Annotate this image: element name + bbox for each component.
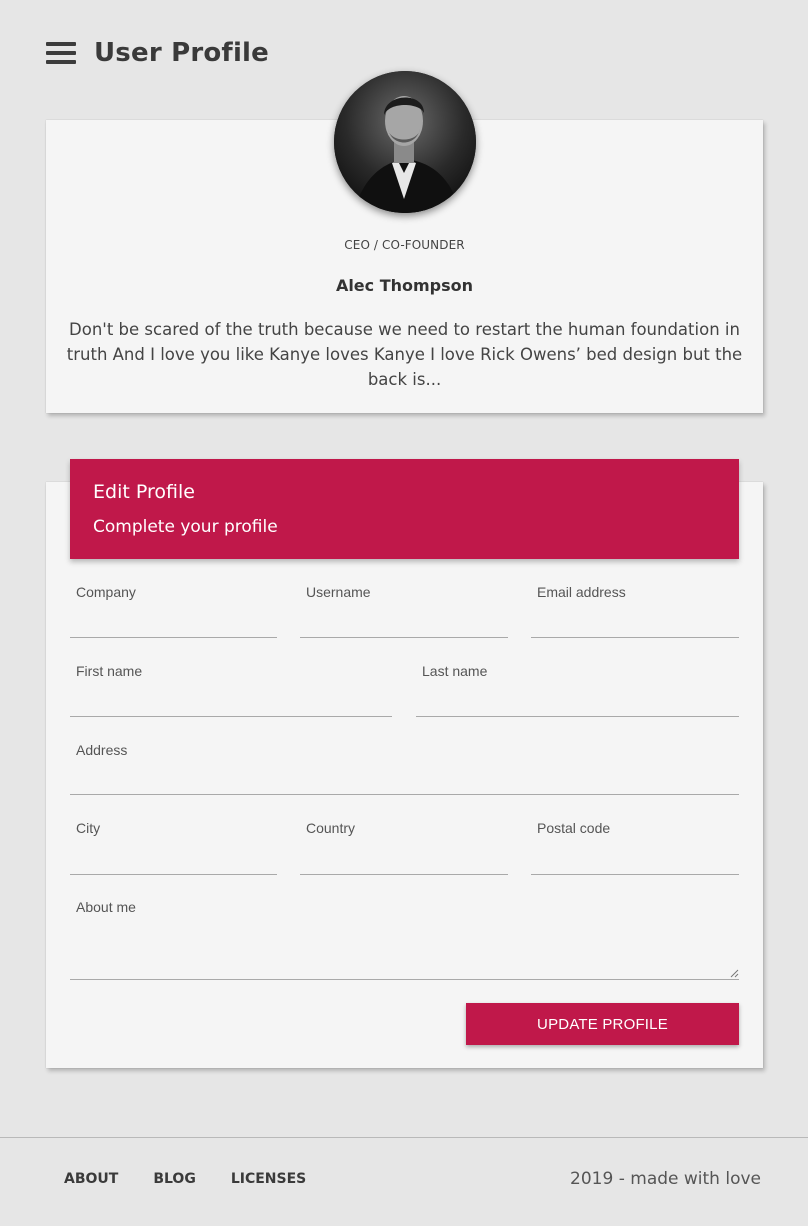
company-field: Company [70, 584, 277, 638]
footer-link-blog[interactable]: BLOG [153, 1171, 196, 1187]
footer-link-about[interactable]: ABOUT [64, 1171, 118, 1187]
field-underline [531, 874, 739, 875]
copyright-text: 2019 - made with love [570, 1169, 761, 1189]
footer-nav: ABOUT BLOG LICENSES [64, 1171, 341, 1187]
company-input[interactable] [70, 612, 277, 636]
email-label: Email address [537, 584, 626, 600]
username-field: Username [300, 584, 508, 638]
menu-bar [46, 42, 76, 46]
about-me-field: About me [70, 899, 739, 980]
edit-profile-header: Edit Profile Complete your profile [70, 459, 739, 559]
footer-link-licenses[interactable]: LICENSES [231, 1171, 306, 1187]
avatar [334, 71, 476, 213]
field-underline [70, 874, 277, 875]
field-underline [70, 794, 739, 795]
email-input[interactable] [531, 612, 739, 636]
menu-bar [46, 51, 76, 55]
username-input[interactable] [300, 612, 508, 636]
resize-handle-icon[interactable] [730, 969, 739, 978]
about-me-label: About me [76, 899, 136, 915]
first-name-label: First name [76, 663, 143, 679]
field-underline [531, 637, 739, 638]
city-field: City [70, 820, 277, 875]
page-title: User Profile [94, 38, 270, 68]
edit-profile-title: Edit Profile [93, 481, 195, 503]
address-input[interactable] [70, 769, 739, 793]
country-input[interactable] [300, 849, 508, 873]
profile-role: CEO / CO-FOUNDER [344, 238, 465, 252]
field-underline [70, 979, 739, 980]
company-label: Company [76, 584, 136, 600]
field-underline [416, 716, 739, 717]
first-name-field: First name [70, 663, 392, 717]
profile-name: Alec Thompson [335, 276, 474, 295]
field-underline [300, 874, 508, 875]
city-label: City [76, 820, 101, 836]
about-me-textarea[interactable] [70, 954, 739, 978]
country-field: Country [300, 820, 508, 875]
edit-profile-subtitle: Complete your profile [93, 517, 278, 537]
menu-bar [46, 60, 76, 64]
username-label: Username [306, 584, 371, 600]
last-name-field: Last name [416, 663, 739, 717]
last-name-input[interactable] [416, 691, 739, 715]
profile-bio: Don't be scared of the truth because we … [66, 320, 743, 389]
last-name-label: Last name [422, 663, 488, 679]
postal-code-field: Postal code [531, 820, 739, 875]
field-underline [70, 637, 277, 638]
field-underline [300, 637, 508, 638]
city-input[interactable] [70, 849, 277, 873]
postal-code-input[interactable] [531, 849, 739, 873]
field-underline [70, 716, 392, 717]
hamburger-menu-icon[interactable] [46, 42, 76, 64]
email-field: Email address [531, 584, 739, 638]
country-label: Country [306, 820, 356, 836]
address-field: Address [70, 742, 739, 795]
address-label: Address [76, 742, 128, 758]
profile-card: CEO / CO-FOUNDER Alec Thompson Don't be … [46, 71, 763, 413]
update-profile-button[interactable]: UPDATE PROFILE [466, 1003, 739, 1045]
avatar-portrait [334, 71, 476, 213]
top-bar: User Profile [46, 38, 269, 68]
first-name-input[interactable] [70, 691, 392, 715]
postal-code-label: Postal code [537, 820, 611, 836]
footer: ABOUT BLOG LICENSES 2019 - made with lov… [0, 1137, 808, 1226]
